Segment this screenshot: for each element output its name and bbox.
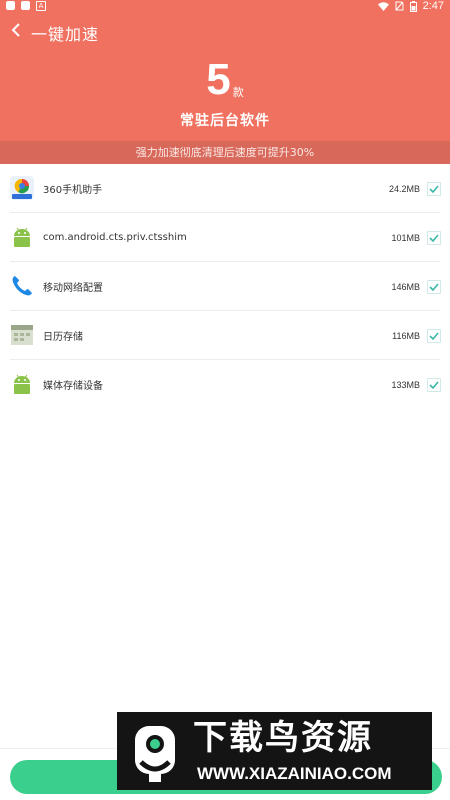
list-item[interactable]: 媒体存储设备 133MB (0, 360, 450, 409)
app-checkbox[interactable] (427, 328, 441, 343)
speedup-tip: 强力加速彻底清理后速度可提升30% (0, 141, 450, 164)
back-button[interactable] (6, 18, 26, 42)
app-checkbox[interactable] (427, 230, 441, 245)
notification-icon (21, 1, 30, 10)
watermark-url: WWW.XIAZAINIAO.COM (197, 764, 392, 783)
android-icon (10, 372, 34, 396)
app-size: 24.2MB (388, 183, 420, 194)
notification-a-icon: A (36, 1, 46, 11)
status-indicators: 2:47 (377, 0, 444, 12)
list-item[interactable]: 日历存储 116MB (0, 311, 450, 360)
app-size: 101MB (391, 232, 420, 243)
360-assistant-icon (10, 176, 34, 200)
watermark: 下载鸟资源 WWW.XIAZAINIAO.COM (117, 712, 432, 790)
app-count: 5款 (0, 56, 450, 104)
check-icon (429, 331, 439, 340)
calendar-storage-icon (10, 323, 34, 347)
app-list: 360手机助手 24.2MB com.android.cts.priv.ctss… (0, 164, 450, 409)
phone-icon (10, 274, 34, 298)
watermark-title: 下载鸟资源 (193, 718, 373, 758)
notification-icon (6, 1, 15, 10)
app-name: 360手机助手 (43, 185, 103, 196)
status-time: 2:47 (422, 0, 444, 12)
app-size: 116MB (392, 330, 420, 341)
app-size: 133MB (391, 379, 420, 390)
wifi-icon (377, 1, 389, 11)
check-icon (429, 380, 439, 389)
bird-logo-icon (135, 726, 175, 782)
header: 一键加速 5款 常驻后台软件 (0, 14, 450, 141)
page-title: 一键加速 (31, 25, 100, 44)
app-name: 日历存储 (43, 332, 83, 343)
status-bar: A 2:47 (0, 0, 450, 14)
check-icon (429, 184, 439, 193)
no-sim-icon (395, 1, 404, 11)
app-checkbox[interactable] (427, 181, 441, 196)
app-name: 移动网络配置 (43, 283, 103, 294)
check-icon (429, 233, 439, 242)
status-notifications: A (6, 1, 46, 11)
android-icon (10, 225, 34, 249)
app-name: com.android.cts.priv.ctsshim (43, 232, 187, 243)
battery-icon (409, 0, 417, 12)
check-icon (429, 282, 439, 291)
list-item[interactable]: 360手机助手 24.2MB (0, 164, 450, 213)
app-size: 146MB (391, 281, 420, 292)
list-item[interactable]: com.android.cts.priv.ctsshim 101MB (0, 213, 450, 262)
chevron-left-icon (11, 23, 20, 37)
app-count-unit: 款 (232, 86, 244, 99)
list-item[interactable]: 移动网络配置 146MB (0, 262, 450, 311)
app-name: 媒体存储设备 (43, 381, 103, 392)
header-subtitle: 常驻后台软件 (180, 113, 270, 129)
app-count-number: 5 (206, 55, 231, 104)
app-checkbox[interactable] (427, 377, 441, 392)
app-checkbox[interactable] (427, 279, 441, 294)
